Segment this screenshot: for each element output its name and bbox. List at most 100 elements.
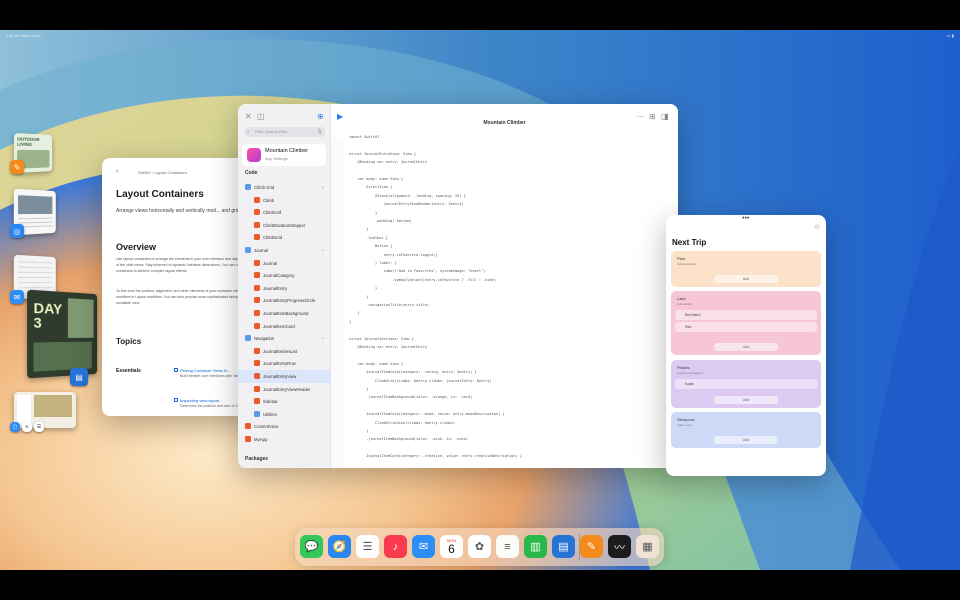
card-activity-row[interactable]: Kayak — [675, 379, 817, 389]
status-indicators: ••• ▮ — [946, 32, 954, 38]
card-activity-row[interactable]: Bird Watch — [675, 310, 817, 320]
code-editor[interactable]: ▶ Mountain Climber ⋯ ⊞ ◨ import SwiftUI s… — [331, 104, 678, 468]
tree-file[interactable]: JournalItemCard — [238, 320, 331, 333]
dock-glyph: 💬 — [304, 541, 319, 553]
status-bar: 9:41 AM Mon Jun 5 ••• ▮ — [0, 30, 960, 40]
music-icon[interactable]: ♪ — [384, 535, 407, 558]
swift-file-icon — [254, 196, 260, 203]
sidebar-toggle-icon[interactable]: ◫ — [257, 112, 265, 121]
chevron-down-icon[interactable]: ⌄ — [321, 335, 325, 341]
swift-file-icon — [245, 436, 251, 442]
trip-card[interactable]: Sleepover Add a note Add — [671, 412, 821, 448]
pages-icon[interactable]: ✎ — [580, 535, 603, 558]
reminders-icon[interactable]: ☰ — [34, 422, 44, 432]
trip-card[interactable]: Lake Add activity Bird Watch Hike Add — [671, 291, 821, 355]
close-icon[interactable]: ✕ — [245, 112, 252, 121]
mail-icon[interactable]: ✉ — [412, 535, 435, 558]
safari-icon[interactable]: ◎ — [10, 224, 24, 238]
chevron-down-icon[interactable]: ⌄ — [321, 247, 325, 253]
tree-file[interactable]: JournalEntryProgressCircle — [238, 294, 331, 307]
tree-file[interactable]: JournalEntriesList — [238, 345, 331, 358]
tree-file[interactable]: JournalEntryView — [238, 370, 331, 383]
dock-glyph: ▦ — [642, 541, 653, 553]
tree-file[interactable]: JournalEntryViewHeader — [238, 383, 331, 396]
essentials-label: Essentials — [116, 368, 141, 374]
tree-file[interactable]: JournalEntryRow — [238, 357, 331, 370]
next-trip-window[interactable]: ••• ⊖ Next Trip Plan Add a location Add Lak… — [666, 215, 826, 476]
tree-file[interactable]: MyApp — [238, 433, 331, 446]
reminders-icon[interactable]: ☰ — [356, 535, 379, 558]
app-library-icon[interactable]: ▦ — [636, 535, 659, 558]
tree-file[interactable]: ClimbDurationStepper — [238, 219, 331, 232]
app-settings-row[interactable]: Mountain Climber App Settings — [242, 144, 326, 166]
tree-folder[interactable]: Navigation ⌄ — [238, 332, 331, 345]
tree-folder[interactable]: Utilities — [238, 408, 331, 421]
tree-file[interactable]: Sidebar — [238, 395, 331, 408]
dock-glyph: ▤ — [558, 541, 569, 553]
dock-glyph: ♪ — [392, 540, 399, 553]
tree-file[interactable]: ContentView — [238, 420, 331, 433]
article-icon — [174, 398, 178, 402]
card-add-button[interactable]: Add — [714, 396, 778, 404]
code-editor-window[interactable]: ✕ ◫ ⊕ ⌕ Filter Source Files 🎙 Mountain C… — [238, 104, 678, 468]
code-line: .toolbar { — [349, 235, 388, 240]
mail-icon[interactable]: ✉ — [10, 290, 24, 304]
swift-file-icon — [254, 373, 260, 379]
code-line: ClimbStripView(climbs: $entry.climbs) — [349, 420, 456, 425]
code-line: Button { — [349, 244, 393, 249]
trip-card[interactable]: Photos Capture and export Kayak Add — [671, 360, 821, 408]
notes-icon[interactable]: ≡ — [22, 422, 32, 432]
project-title: Mountain Climber — [483, 120, 526, 126]
tree-folder[interactable]: Climb Grid ⌄ — [238, 181, 331, 194]
keynote-icon[interactable]: ▤ — [70, 368, 88, 386]
files-icon[interactable]: ▢ — [10, 422, 20, 432]
card-add-button[interactable]: Add — [714, 275, 778, 283]
breadcrumb[interactable]: SwiftUI › Layout Containers — [138, 170, 187, 175]
chevron-down-icon[interactable]: ⌄ — [321, 184, 325, 190]
tree-folder[interactable]: Journal ⌄ — [238, 244, 331, 257]
library-icon[interactable]: ⊞ — [649, 112, 656, 121]
back-chevron-icon[interactable]: ‹ — [116, 168, 118, 175]
trip-card[interactable]: Plan Add a location Add — [671, 251, 821, 287]
stage-item-day3[interactable]: DAY 3 — [27, 289, 98, 379]
topic-link[interactable]: Picking Container Views fo... — [180, 368, 231, 373]
mic-icon[interactable]: 🎙 — [317, 127, 323, 137]
tree-file[interactable]: ClimbCell — [238, 206, 331, 219]
card-add-button[interactable]: Add — [714, 436, 778, 444]
card-subtitle: Add activity — [677, 302, 693, 306]
messages-icon[interactable]: 💬 — [300, 535, 323, 558]
code-line: } — [349, 387, 369, 391]
packages-section-header[interactable]: Packages — [245, 456, 268, 462]
code-line: var body: some View { — [349, 177, 404, 181]
inspector-icon[interactable]: ◨ — [661, 112, 669, 121]
safari-icon[interactable]: 🧭 — [328, 535, 351, 558]
pages-icon[interactable]: ✎ — [10, 160, 24, 174]
back-icon[interactable]: ⊖ — [814, 223, 820, 231]
tree-label: JournalEntryRow — [263, 361, 296, 367]
tree-file[interactable]: JournalItemBackground — [238, 307, 331, 320]
photos-icon[interactable]: ✿ — [468, 535, 491, 558]
card-activity-row[interactable]: Hike — [675, 322, 817, 332]
topic-link[interactable]: Inspecting view layout — [180, 398, 219, 403]
card-add-button[interactable]: Add — [714, 343, 778, 351]
filter-search-input[interactable]: ⌕ Filter Source Files 🎙 — [245, 127, 325, 137]
tree-file[interactable]: JournalEntry — [238, 282, 331, 295]
more-icon[interactable]: ⋯ — [637, 112, 645, 121]
code-line: } — [349, 294, 369, 299]
keynote-icon[interactable]: ▤ — [552, 535, 575, 558]
freeform-icon[interactable]: 〰 — [608, 535, 631, 558]
notes-icon[interactable]: ≡ — [496, 535, 519, 558]
tree-file[interactable]: ClimbGrid — [238, 231, 331, 244]
tree-file[interactable]: Climb — [238, 194, 331, 207]
numbers-icon[interactable]: ▥ — [524, 535, 547, 558]
multitasking-dots-icon[interactable]: ••• — [742, 215, 749, 222]
folder-icon — [245, 247, 251, 253]
app-subtitle: App Settings — [265, 156, 288, 161]
tree-label: JournalEntryProgressCircle — [263, 298, 316, 304]
calendar-icon[interactable]: MON 6 — [440, 535, 463, 558]
add-file-icon[interactable]: ⊕ — [317, 112, 324, 121]
tree-label: Journal — [254, 248, 269, 253]
tree-file[interactable]: Journal — [238, 257, 331, 270]
code-section-header[interactable]: Code — [245, 170, 258, 176]
tree-file[interactable]: JournalCategory — [238, 269, 331, 282]
